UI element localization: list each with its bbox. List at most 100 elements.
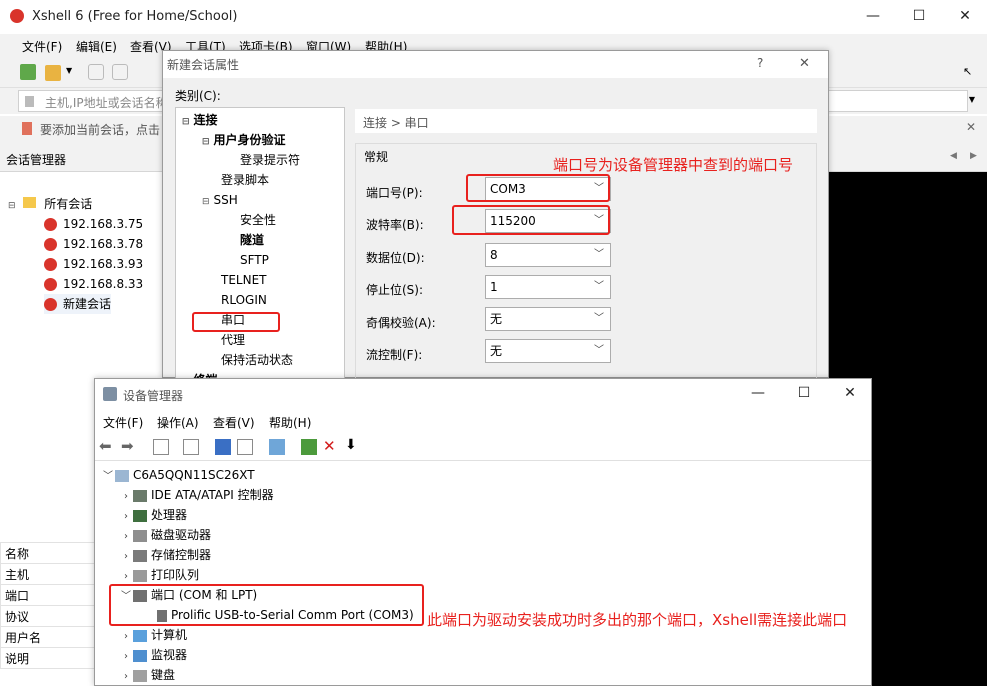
disk-icon [133,529,147,542]
dm-menu-action[interactable]: 操作(A) [157,414,199,431]
tree-node-tunnel[interactable]: 隧道 [240,230,264,250]
dm-menu-help[interactable]: 帮助(H) [269,414,311,431]
device-category[interactable]: › 打印队列 [119,565,199,585]
chevron-right-icon[interactable]: › [119,487,133,507]
device-tree: ﹀ C6A5QQN11SC26XT › IDE ATA/ATAPI 控制器 › 处理器… [95,461,871,686]
chevron-right-icon[interactable]: › [119,527,133,547]
xshell-menu-edit[interactable]: 编辑(E) [76,38,117,55]
tab-prev-icon[interactable]: ◀ [950,151,957,161]
session-icon [44,218,57,231]
device-category[interactable]: › 键盘 [119,665,175,685]
processor-icon [133,509,147,522]
xshell-minimize-button[interactable]: — [850,0,896,32]
computer-node[interactable]: ﹀ C6A5QQN11SC26XT [101,465,255,485]
dm-maximize-button[interactable]: ☐ [781,377,827,409]
dialog-help-button[interactable]: ? [757,56,763,70]
chevron-right-icon[interactable]: › [119,667,133,686]
open-dropdown-icon[interactable]: ▼ [66,66,72,75]
monitor-icon[interactable] [269,439,285,455]
field-label-stopbits: 停止位(S): [366,283,424,297]
new-session-icon[interactable] [20,64,36,80]
hint-close-icon[interactable]: ✕ [966,120,976,134]
printer-icon [133,569,147,582]
tree-node-login-script[interactable]: 登录脚本 [221,170,269,190]
collapse-icon[interactable]: ⊟ [202,197,210,207]
forward-icon[interactable]: ➡ [121,437,134,455]
tree-node-telnet[interactable]: TELNET [221,270,267,290]
chevron-right-icon[interactable]: › [119,507,133,527]
xshell-maximize-button[interactable]: ☐ [896,0,942,32]
properties-icon[interactable] [153,439,169,455]
stopbits-select[interactable]: 1 ﹀ [485,275,611,299]
open-folder-icon[interactable] [45,65,61,81]
terminal-area[interactable] [828,172,987,378]
dm-menubar: 文件(F) 操作(A) 查看(V) 帮助(H) [95,409,871,433]
download-icon[interactable]: ⬇ [345,437,357,453]
tree-node-security[interactable]: 安全性 [240,210,276,230]
view-icon[interactable] [237,439,253,455]
chevron-down-icon: ﹀ [594,281,604,292]
session-icon [44,278,57,291]
hint-arrow-icon [22,122,32,135]
field-label-parity: 奇偶校验(A): [366,316,436,330]
device-category[interactable]: › 监视器 [119,645,187,665]
device-category[interactable]: › 处理器 [119,505,187,525]
device-category[interactable]: › 磁盘驱动器 [119,525,211,545]
chevron-down-icon[interactable]: ﹀ [101,467,115,487]
tree-node-keepalive[interactable]: 保持活动状态 [221,350,293,370]
connect-icon[interactable] [88,64,104,80]
dialog-close-button[interactable]: ✕ [799,56,810,71]
device-category[interactable]: › 存储控制器 [119,545,211,565]
com-port-annotation: 此端口为驱动安装成功时多出的那个端口，Xshell需连接此端口 [427,611,848,629]
device-category[interactable]: › 计算机 [119,625,187,645]
dm-minimize-button[interactable]: — [735,377,781,409]
dm-menu-file[interactable]: 文件(F) [103,414,143,431]
show-hidden-icon[interactable] [183,439,199,455]
terminal-area-lower[interactable] [872,378,987,686]
collapse-icon[interactable]: ⊟ [8,201,16,211]
chevron-right-icon[interactable]: › [119,647,133,667]
session-item[interactable]: 新建会话 [44,294,112,314]
session-item[interactable]: 192.168.3.78 [44,234,143,254]
collapse-icon[interactable]: ⊟ [182,117,190,127]
tree-node-sftp[interactable]: SFTP [240,250,269,270]
folder-icon [23,197,37,208]
toolbar-right-button[interactable]: ↖ [963,65,972,78]
xshell-menu-file[interactable]: 文件(F) [22,38,62,55]
tree-node-connection[interactable]: ⊟ 连接 [182,110,218,130]
address-dropdown-icon[interactable]: ▼ [969,95,975,104]
xshell-close-button[interactable]: ✕ [942,0,987,32]
breadcrumb: 连接 > 串口 [355,109,817,133]
uninstall-icon[interactable]: ✕ [323,437,336,455]
ide-icon [133,489,147,502]
session-manager-title: 会话管理器 [6,153,67,167]
flow-select[interactable]: 无 ﹀ [485,339,611,363]
baud-highlight-box [452,205,610,235]
parity-select[interactable]: 无 ﹀ [485,307,611,331]
help-icon[interactable] [215,439,231,455]
session-item[interactable]: 192.168.3.75 [44,214,143,234]
databits-select[interactable]: 8 ﹀ [485,243,611,267]
tree-node-rlogin[interactable]: RLOGIN [221,290,267,310]
tree-node-auth[interactable]: ⊟ 用户身份验证 [202,130,286,150]
disconnect-icon[interactable] [112,64,128,80]
device-category[interactable]: › IDE ATA/ATAPI 控制器 [119,485,274,505]
tree-node-login-prompt[interactable]: 登录提示符 [240,150,300,170]
session-item[interactable]: 192.168.3.93 [44,254,143,274]
tab-next-icon[interactable]: ▶ [970,151,977,161]
sessions-root[interactable]: ⊟ 所有会话 [8,194,92,214]
session-item[interactable]: 192.168.8.33 [44,274,143,294]
prop-protocol: 协议 [0,605,96,627]
chevron-right-icon[interactable]: › [119,627,133,647]
back-icon[interactable]: ⬅ [99,437,112,455]
update-driver-icon[interactable] [301,439,317,455]
category-label: 类别(C): [175,89,221,103]
tree-node-proxy[interactable]: 代理 [221,330,245,350]
chevron-right-icon[interactable]: › [119,547,133,567]
monitor-icon [133,649,147,662]
tree-node-ssh[interactable]: ⊟ SSH [202,190,238,210]
collapse-icon[interactable]: ⊟ [202,137,210,147]
dm-close-button[interactable]: ✕ [827,377,873,409]
dm-menu-view[interactable]: 查看(V) [213,414,255,431]
port-highlight-box [466,174,610,202]
